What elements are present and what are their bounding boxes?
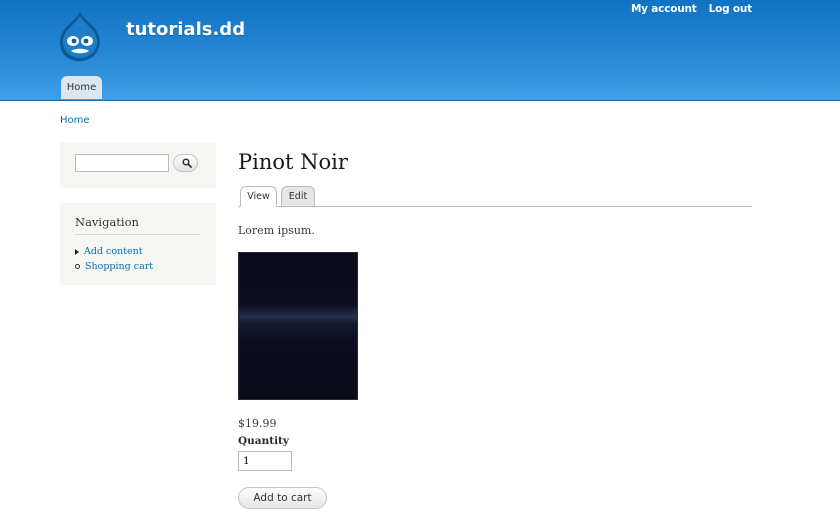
product-price: $19.99: [238, 417, 277, 430]
search-block: [60, 142, 216, 188]
site-header: tutorials.dd My account Log out Home: [0, 0, 840, 101]
tab-edit[interactable]: Edit: [281, 186, 315, 207]
secondary-menu: My account Log out: [631, 3, 752, 15]
search-button[interactable]: [173, 154, 198, 172]
drupal-logo-icon[interactable]: [56, 10, 104, 62]
collapsed-triangle-icon: [75, 248, 79, 255]
add-content-link[interactable]: Add content: [84, 246, 143, 257]
add-to-cart-button[interactable]: Add to cart: [238, 487, 327, 509]
product-image: [238, 252, 358, 400]
breadcrumb[interactable]: Home: [60, 115, 90, 126]
my-account-link[interactable]: My account: [631, 3, 697, 15]
tab-view[interactable]: View: [240, 186, 277, 207]
nav-item-shopping-cart: Shopping cart: [75, 259, 153, 274]
navigation-title: Navigation: [75, 215, 200, 235]
search-input[interactable]: [75, 154, 169, 172]
nav-item-add-content: Add content: [75, 244, 153, 259]
navigation-list: Add content Shopping cart: [75, 244, 153, 274]
main-menu-home-tab[interactable]: Home: [61, 76, 102, 99]
search-icon: [182, 158, 192, 168]
shopping-cart-link[interactable]: Shopping cart: [85, 261, 153, 272]
quantity-label: Quantity: [238, 435, 290, 447]
page-title: Pinot Noir: [238, 150, 348, 174]
log-out-link[interactable]: Log out: [709, 3, 753, 15]
tabs-divider: [238, 206, 752, 207]
site-name[interactable]: tutorials.dd: [126, 19, 245, 40]
quantity-input[interactable]: [238, 451, 292, 471]
leaf-bullet-icon: [75, 264, 80, 269]
navigation-block: Navigation Add content Shopping cart: [60, 203, 216, 285]
body-text: Lorem ipsum.: [238, 224, 315, 237]
